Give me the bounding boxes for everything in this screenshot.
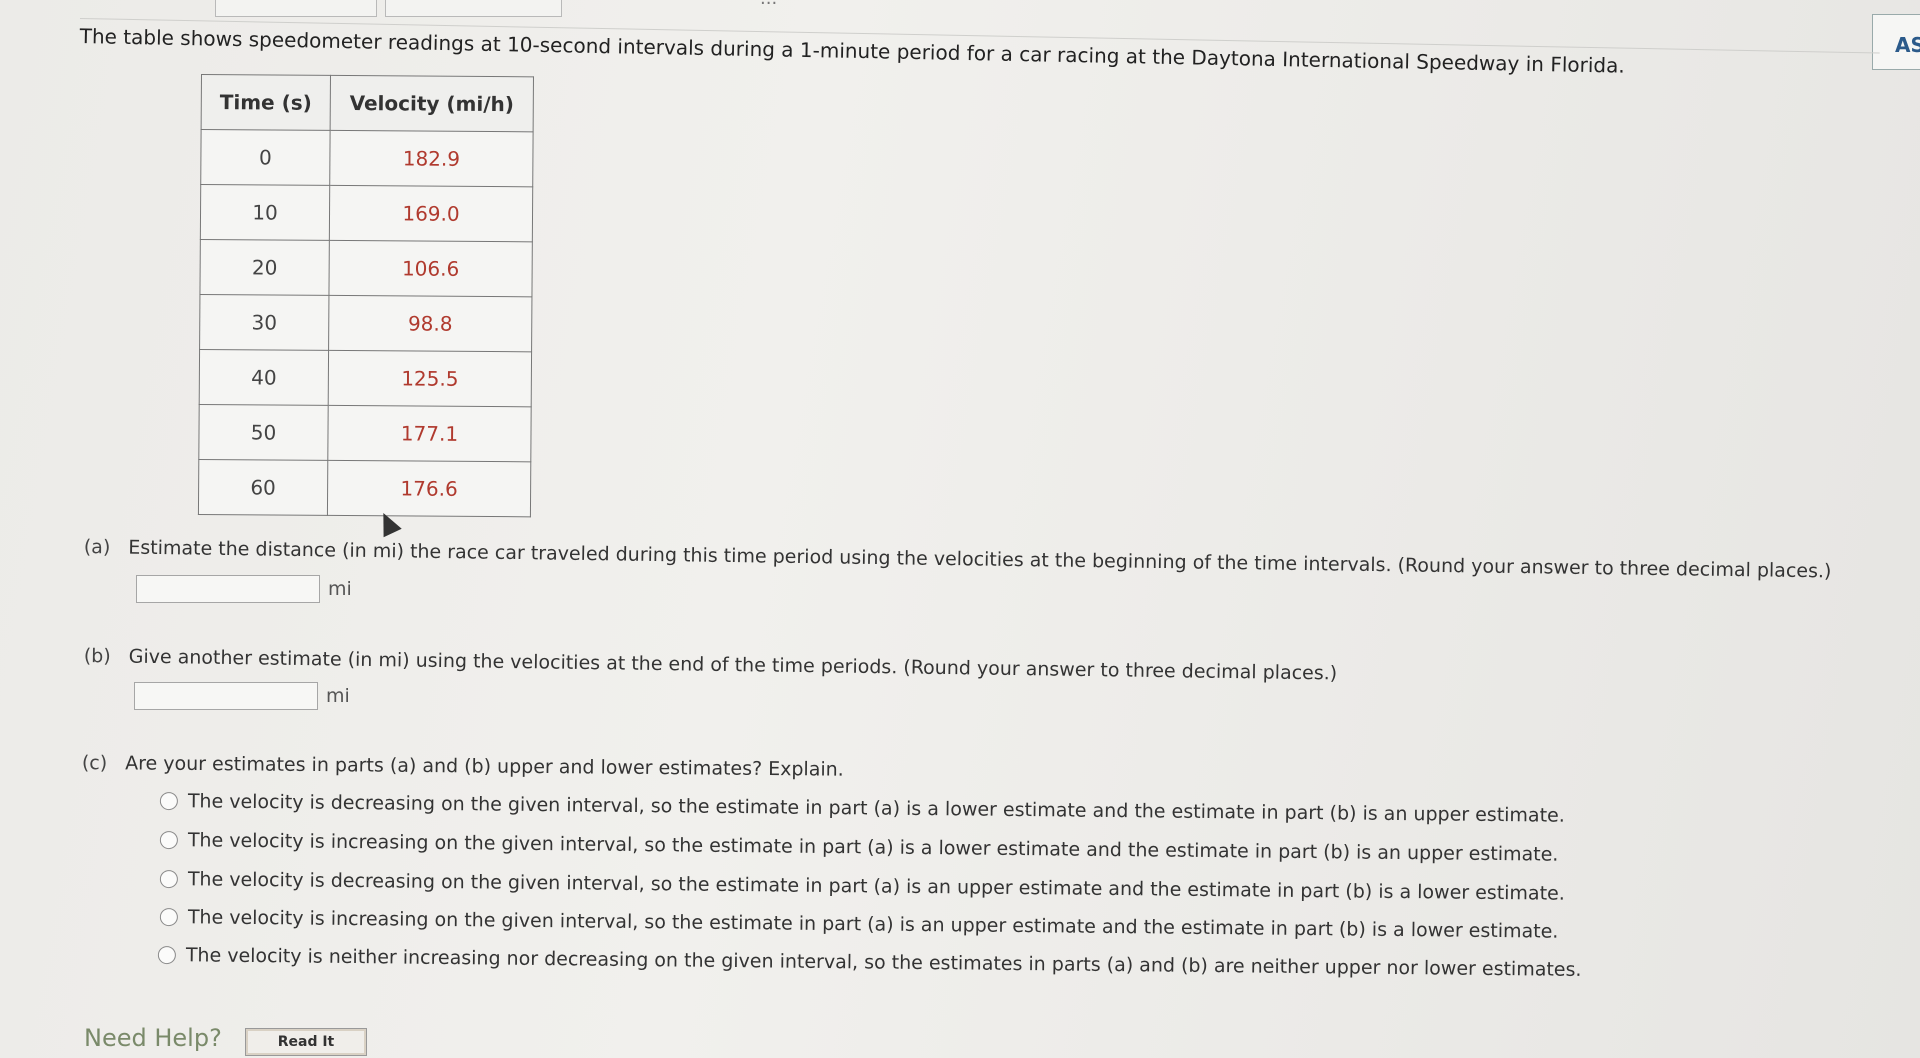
table-row: 50 177.1 <box>198 404 532 462</box>
option-label: The velocity is decreasing on the given … <box>187 790 1565 827</box>
velocity-cell: 169.0 <box>329 185 533 242</box>
radio-button[interactable] <box>159 869 178 889</box>
part-c-tag: (c) <box>81 752 108 775</box>
part-a-text: Estimate the distance (in mi) the race c… <box>128 536 1832 583</box>
column-header-velocity: Velocity (mi/h) <box>330 75 534 132</box>
option-label: The velocity is increasing on the given … <box>187 829 1559 866</box>
part-a-input[interactable] <box>136 575 320 603</box>
option-label: The velocity is decreasing on the given … <box>187 868 1565 905</box>
time-cell: 50 <box>198 404 329 461</box>
velocity-cell: 125.5 <box>328 350 532 407</box>
top-toolbar-button[interactable] <box>385 0 562 17</box>
part-c-option-5[interactable]: The velocity is neither increasing nor d… <box>157 944 1582 981</box>
part-c-option-4[interactable]: The velocity is increasing on the given … <box>159 906 1559 943</box>
velocity-cell: 98.8 <box>328 295 532 352</box>
part-c-question: (c) Are your estimates in parts (a) and (… <box>82 752 844 781</box>
part-c-option-3[interactable]: The velocity is decreasing on the given … <box>159 868 1565 905</box>
part-a-answer: mi <box>136 575 352 603</box>
table-row: 10 169.0 <box>200 184 533 242</box>
time-cell: 20 <box>199 239 330 296</box>
time-cell: 0 <box>200 129 331 186</box>
part-c-text: Are your estimates in parts (a) and (b) … <box>125 752 844 781</box>
top-toolbar-button[interactable] <box>215 0 377 17</box>
part-c-option-2[interactable]: The velocity is increasing on the given … <box>159 829 1559 866</box>
option-label: The velocity is neither increasing nor d… <box>185 944 1582 981</box>
need-help-label: Need Help? <box>84 1024 222 1052</box>
table-row: 60 176.6 <box>198 459 531 517</box>
part-b-answer: mi <box>134 682 350 710</box>
radio-button[interactable] <box>159 830 178 850</box>
time-cell: 40 <box>199 349 329 406</box>
part-b-question: (b) Give another estimate (in mi) using t… <box>84 645 1338 684</box>
problem-page: ... AS The table shows speedometer readi… <box>0 0 1920 1058</box>
part-a-unit: mi <box>328 578 352 600</box>
table-header-row: Time (s) Velocity (mi/h) <box>201 74 534 132</box>
column-header-time: Time (s) <box>201 74 331 131</box>
option-label: The velocity is increasing on the given … <box>187 906 1559 943</box>
speedometer-table: Time (s) Velocity (mi/h) 0 182.9 10 169.… <box>197 74 534 518</box>
ask-button[interactable]: AS <box>1872 14 1920 70</box>
table-row: 20 106.6 <box>199 239 533 297</box>
radio-button[interactable] <box>157 945 176 965</box>
time-cell: 10 <box>200 184 330 241</box>
time-cell: 30 <box>199 294 329 351</box>
velocity-cell: 176.6 <box>327 460 531 517</box>
part-b-input[interactable] <box>134 682 318 710</box>
radio-button[interactable] <box>159 907 178 927</box>
velocity-cell: 182.9 <box>329 130 534 187</box>
part-c-option-1[interactable]: The velocity is decreasing on the given … <box>159 790 1565 827</box>
velocity-cell: 106.6 <box>328 240 533 297</box>
table-row: 40 125.5 <box>199 349 532 407</box>
part-b-text: Give another estimate (in mi) using the … <box>128 645 1338 685</box>
velocity-cell: 177.1 <box>327 405 532 462</box>
table-row: 30 98.8 <box>199 294 532 352</box>
radio-button[interactable] <box>159 791 178 811</box>
read-it-button[interactable]: Read It <box>245 1028 367 1056</box>
table-row: 0 182.9 <box>200 129 534 187</box>
part-b-unit: mi <box>326 685 350 707</box>
top-partial-text: ... <box>760 0 777 9</box>
time-cell: 60 <box>198 459 328 516</box>
part-b-tag: (b) <box>83 645 111 668</box>
part-a-tag: (a) <box>83 536 111 559</box>
